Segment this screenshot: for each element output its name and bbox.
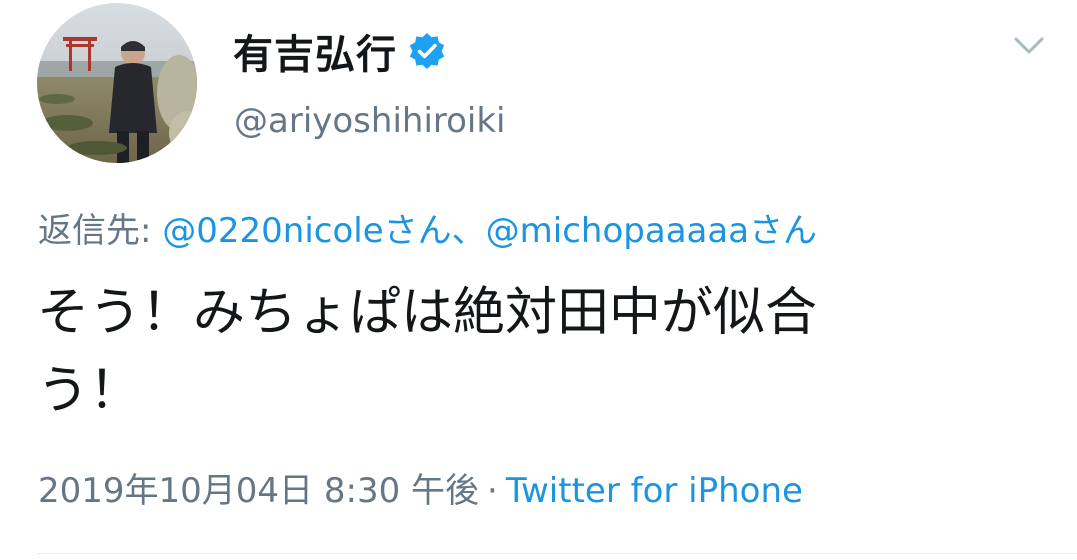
reply-mention-link[interactable]: @michopaaaaaさん: [486, 211, 817, 251]
meta-separator: ·: [487, 471, 498, 511]
tweet-text-line: そう！みちょぱは絶対田中が似合: [37, 283, 818, 343]
avatar-photo: [37, 3, 197, 163]
tweet-body: そう！みちょぱは絶対田中が似合 う！: [37, 274, 1037, 430]
reply-mention-separator: 、: [451, 211, 486, 251]
tweet-text-line: う！: [37, 361, 142, 421]
user-handle[interactable]: @ariyoshihiroiki: [234, 101, 506, 141]
source-link[interactable]: Twitter for iPhone: [506, 471, 803, 511]
divider: [37, 553, 1077, 554]
chevron-down-icon[interactable]: [1012, 32, 1046, 60]
verified-badge-icon: [409, 33, 445, 69]
reply-mention-link[interactable]: @0220nicoleさん: [162, 211, 451, 251]
timestamp[interactable]: 2019年10月04日 8:30 午後: [38, 471, 479, 511]
reply-to-line: 返信先: @0220nicoleさん、@michopaaaaaさん: [38, 203, 817, 252]
tweet-card: 有吉弘行 @ariyoshihiroiki 返信先: @0220nicoleさん…: [0, 0, 1077, 560]
avatar[interactable]: [37, 3, 197, 163]
display-name[interactable]: 有吉弘行: [233, 22, 397, 80]
author-row: 有吉弘行: [233, 24, 447, 78]
tweet-meta: 2019年10月04日 8:30 午後 · Twitter for iPhone: [38, 463, 803, 512]
reply-to-label: 返信先:: [38, 211, 152, 251]
